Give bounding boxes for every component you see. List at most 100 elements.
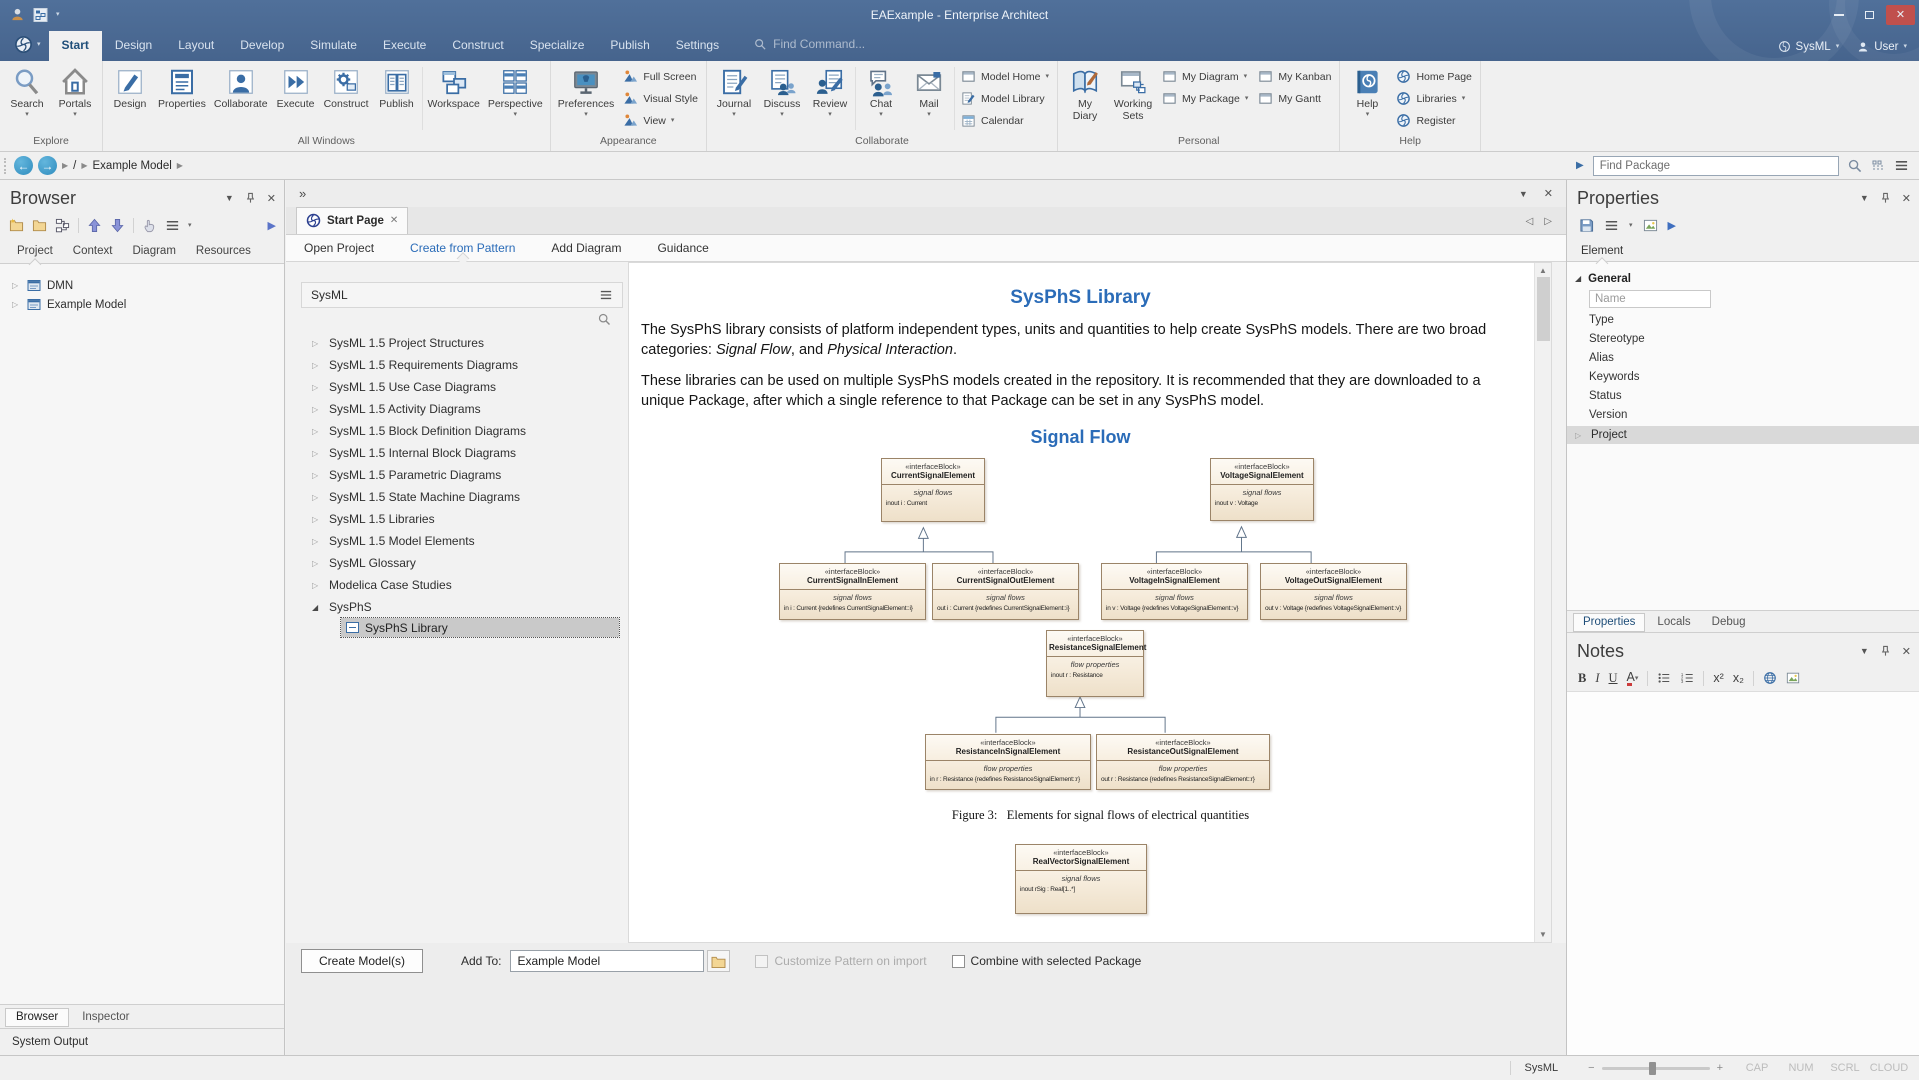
pattern-item-sysml-1-5-model-elements[interactable]: ▷SysML 1.5 Model Elements: [301, 530, 623, 552]
system-output-panel[interactable]: System Output: [0, 1028, 284, 1055]
ribbon-tab-layout[interactable]: Layout: [165, 31, 227, 61]
uml-block-current-out[interactable]: «interfaceBlock»CurrentSignalOutElements…: [932, 563, 1079, 620]
menu-icon[interactable]: [599, 289, 613, 301]
ribbon-button-properties[interactable]: Properties: [154, 63, 210, 134]
user-avatar-icon[interactable]: [10, 7, 25, 22]
diagram-icon[interactable]: [1643, 218, 1658, 233]
dock-tab-locals[interactable]: Locals: [1648, 614, 1699, 631]
statusbar-toggle-cap[interactable]: CAP: [1735, 1062, 1779, 1074]
ribbon-button-construct[interactable]: Construct: [320, 63, 373, 134]
ribbon-button-chat[interactable]: Chat▾: [857, 63, 905, 134]
ribbon-button-calendar[interactable]: Calendar: [961, 111, 1049, 130]
zoom-slider-thumb[interactable]: [1649, 1062, 1656, 1075]
zoom-out-icon[interactable]: −: [1588, 1062, 1594, 1074]
zoom-slider[interactable]: − +: [1588, 1062, 1723, 1074]
scroll-up-icon[interactable]: ▲: [1539, 266, 1547, 275]
pin-icon[interactable]: [1880, 645, 1891, 657]
scrollbar-thumb[interactable]: [1537, 277, 1550, 341]
pattern-item-modelica-case-studies[interactable]: ▷Modelica Case Studies: [301, 574, 623, 596]
pattern-item-sysml-glossary[interactable]: ▷SysML Glossary: [301, 552, 623, 574]
pattern-item-sysml-1-5-state-machine-diagrams[interactable]: ▷SysML 1.5 State Machine Diagrams: [301, 486, 623, 508]
forward-button[interactable]: →: [38, 156, 57, 175]
maximize-button[interactable]: [1855, 5, 1884, 25]
ribbon-button-model-library[interactable]: Model Library: [961, 89, 1049, 108]
statusbar-perspective[interactable]: SysML: [1525, 1062, 1559, 1074]
breadcrumb-root[interactable]: /: [73, 160, 76, 172]
ribbon-button-working-sets[interactable]: Working Sets: [1109, 63, 1157, 134]
minimize-button[interactable]: [1824, 5, 1853, 25]
ribbon-button-my-kanban[interactable]: My Kanban: [1258, 67, 1331, 86]
expander-icon[interactable]: ◢: [312, 603, 321, 612]
dock-tab-properties[interactable]: Properties: [1573, 613, 1645, 632]
pattern-item-sysphs-library[interactable]: SysPhS Library: [341, 618, 619, 637]
expander-icon[interactable]: ▷: [312, 427, 321, 436]
pattern-item-sysphs[interactable]: ◢SysPhS: [301, 596, 623, 618]
insert-image-button[interactable]: [1786, 671, 1800, 685]
zoom-in-icon[interactable]: +: [1717, 1062, 1723, 1074]
browser-tab-context[interactable]: Context: [64, 241, 122, 263]
expander-icon[interactable]: ▷: [312, 537, 321, 546]
ribbon-button-perspective[interactable]: Perspective▾: [484, 63, 547, 134]
ribbon-tab-construct[interactable]: Construct: [439, 31, 516, 61]
user-menu[interactable]: User ▾: [1857, 41, 1907, 53]
pattern-item-sysml-1-5-use-case-diagrams[interactable]: ▷SysML 1.5 Use Case Diagrams: [301, 376, 623, 398]
ribbon-button-review[interactable]: Review▾: [806, 63, 854, 134]
find-package-input[interactable]: [1593, 156, 1839, 176]
ribbon-button-visual-style[interactable]: Visual Style: [623, 89, 698, 108]
ribbon-button-my-gantt[interactable]: My Gantt: [1258, 89, 1331, 108]
panel-menu-icon[interactable]: ▼: [1860, 646, 1869, 656]
expander-icon[interactable]: ▷: [1575, 431, 1584, 440]
create-models-button[interactable]: Create Model(s): [301, 949, 423, 973]
move-down-icon[interactable]: [110, 218, 125, 233]
close-icon[interactable]: ✕: [1902, 645, 1911, 658]
expander-icon[interactable]: ▷: [312, 493, 321, 502]
collapse-sidebar-icon[interactable]: »: [299, 186, 306, 201]
app-menu-button[interactable]: ▾: [6, 35, 49, 61]
expander-icon[interactable]: ▷: [312, 405, 321, 414]
ribbon-button-portals[interactable]: Portals▾: [51, 63, 99, 134]
uml-block-current-in[interactable]: «interfaceBlock»CurrentSignalInElementsi…: [779, 563, 926, 620]
ribbon-button-journal[interactable]: Journal▾: [710, 63, 758, 134]
ribbon-button-search[interactable]: Search▾: [3, 63, 51, 134]
ribbon-button-collaborate[interactable]: Collaborate: [210, 63, 272, 134]
ribbon-tab-specialize[interactable]: Specialize: [517, 31, 598, 61]
close-icon[interactable]: ✕: [267, 192, 276, 205]
startpage-nav-open-project[interactable]: Open Project: [304, 241, 374, 255]
property-row-version[interactable]: Version: [1567, 405, 1919, 424]
ribbon-tab-start[interactable]: Start: [49, 31, 102, 61]
superscript-button[interactable]: x²: [1713, 671, 1723, 685]
quickaccess-dropdown-icon[interactable]: ▾: [56, 11, 60, 18]
search-icon[interactable]: [1848, 159, 1862, 173]
move-up-icon[interactable]: [87, 218, 102, 233]
notes-editor[interactable]: [1567, 692, 1919, 1055]
ribbon-button-libraries[interactable]: Libraries▾: [1396, 89, 1471, 108]
startpage-nav-guidance[interactable]: Guidance: [657, 241, 708, 255]
browser-tab-diagram[interactable]: Diagram: [123, 241, 184, 263]
bullet-list-button[interactable]: [1657, 671, 1671, 685]
ribbon-button-workspace[interactable]: Workspace: [424, 63, 484, 134]
ribbon-button-publish[interactable]: Publish: [373, 63, 421, 134]
forward-icon[interactable]: ▶: [1668, 219, 1676, 232]
expand-icon[interactable]: ▶: [1576, 160, 1584, 171]
close-icon[interactable]: ✕: [1902, 192, 1911, 205]
browser-tab-project[interactable]: Project: [8, 241, 62, 263]
expander-icon[interactable]: ▷: [312, 581, 321, 590]
pattern-item-sysml-1-5-parametric-diagrams[interactable]: ▷SysML 1.5 Parametric Diagrams: [301, 464, 623, 486]
italic-button[interactable]: I: [1595, 671, 1599, 686]
expander-icon[interactable]: ▷: [12, 281, 21, 290]
pattern-item-sysml-1-5-internal-block-diagrams[interactable]: ▷SysML 1.5 Internal Block Diagrams: [301, 442, 623, 464]
ribbon-button-home-page[interactable]: Home Page: [1396, 67, 1471, 86]
uml-block-voltage-out[interactable]: «interfaceBlock»VoltageOutSignalElements…: [1260, 563, 1407, 620]
uml-block-current-signal[interactable]: «interfaceBlock»CurrentSignalElementsign…: [881, 458, 985, 522]
pattern-item-sysml-1-5-activity-diagrams[interactable]: ▷SysML 1.5 Activity Diagrams: [301, 398, 623, 420]
breadcrumb-item[interactable]: Example Model: [93, 160, 172, 172]
search-icon[interactable]: [598, 313, 611, 326]
vertical-scrollbar[interactable]: ▲ ▼: [1534, 263, 1551, 942]
dock-tab-debug[interactable]: Debug: [1703, 614, 1755, 631]
ribbon-button-preferences[interactable]: Preferences▾: [554, 63, 619, 134]
expander-icon[interactable]: ▷: [312, 339, 321, 348]
expander-icon[interactable]: ▷: [312, 515, 321, 524]
property-row-type[interactable]: Type: [1567, 310, 1919, 329]
uml-block-voltage-in[interactable]: «interfaceBlock»VoltageInSignalElementsi…: [1101, 563, 1248, 620]
underline-button[interactable]: U: [1609, 671, 1618, 686]
